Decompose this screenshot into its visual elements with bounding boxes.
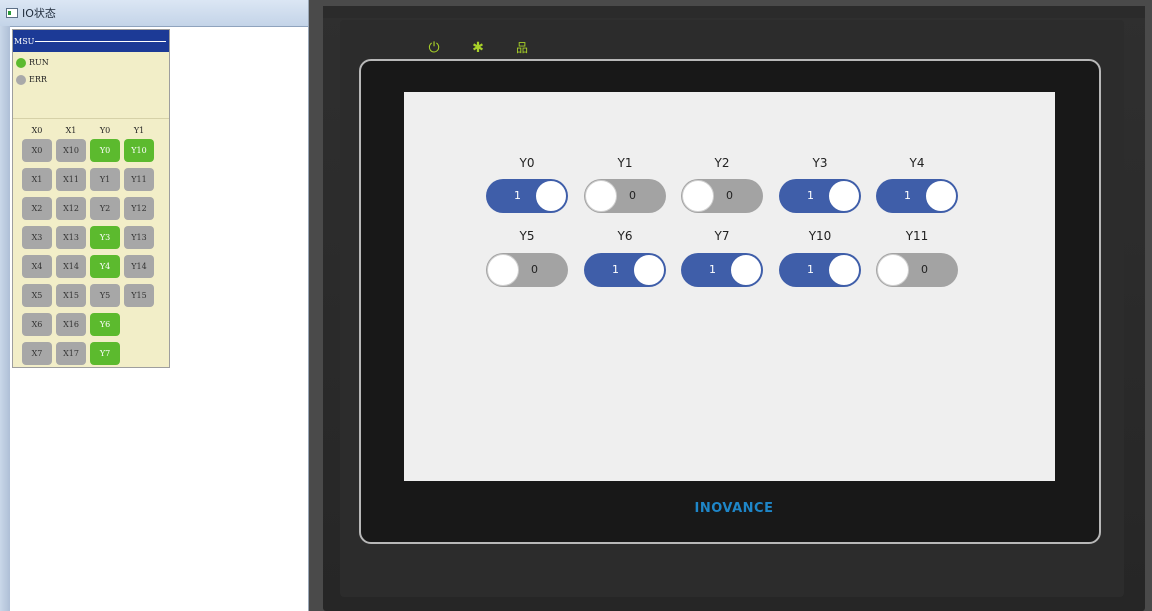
- switch-knob[interactable]: [730, 254, 762, 286]
- switch-value: 0: [726, 189, 733, 202]
- switch-value: 1: [612, 263, 619, 276]
- column-header: Y0: [99, 126, 111, 135]
- io-point-x10[interactable]: X10: [56, 139, 86, 162]
- column-header: Y1: [133, 126, 145, 135]
- switch-value: 1: [709, 263, 716, 276]
- switch-label-y3: Y3: [812, 156, 828, 170]
- io-point-x2[interactable]: X2: [22, 197, 52, 220]
- switch-value: 1: [904, 189, 911, 202]
- title-bar[interactable]: IO状态: [0, 0, 308, 27]
- toggle-switch-y11[interactable]: 0: [876, 253, 958, 287]
- module-name: MSU: [14, 37, 35, 46]
- divider: [35, 41, 166, 42]
- switch-label-y2: Y2: [714, 156, 730, 170]
- io-point-x6[interactable]: X6: [22, 313, 52, 336]
- io-point-x0[interactable]: X0: [22, 139, 52, 162]
- led-label: RUN: [29, 58, 49, 67]
- toggle-switch-y3[interactable]: 1: [779, 179, 861, 213]
- switch-knob[interactable]: [633, 254, 665, 286]
- power-icon: ⏻: [428, 40, 440, 56]
- switch-value: 0: [531, 263, 538, 276]
- switch-label-y4: Y4: [909, 156, 925, 170]
- io-point-y1[interactable]: Y1: [90, 168, 120, 191]
- switch-knob[interactable]: [828, 254, 860, 286]
- io-point-y0[interactable]: Y0: [90, 139, 120, 162]
- network-icon: 品: [515, 41, 528, 55]
- io-point-x17[interactable]: X17: [56, 342, 86, 365]
- switch-value: 1: [807, 189, 814, 202]
- switch-label-y7: Y7: [714, 229, 730, 243]
- toggle-switch-y4[interactable]: 1: [876, 179, 958, 213]
- toggle-switch-y2[interactable]: 0: [681, 179, 763, 213]
- io-panel: MSU RUN ERR X0 X1 Y0 Y1 X0 X10 Y0 Y10 X1 X11 Y1 Y11…: [12, 29, 170, 368]
- io-point-x3[interactable]: X3: [22, 226, 52, 249]
- toggle-switch-y6[interactable]: 1: [584, 253, 666, 287]
- module-header: MSU: [13, 30, 169, 52]
- toggle-switch-y0[interactable]: 1: [486, 179, 568, 213]
- io-point-x13[interactable]: X13: [56, 226, 86, 249]
- toggle-switch-y5[interactable]: 0: [486, 253, 568, 287]
- io-point-y14[interactable]: Y14: [124, 255, 154, 278]
- io-point-y13[interactable]: Y13: [124, 226, 154, 249]
- switch-label-y6: Y6: [617, 229, 633, 243]
- switch-value: 1: [514, 189, 521, 202]
- window-title: IO状态: [22, 7, 56, 20]
- column-header: X0: [31, 126, 43, 135]
- io-point-y3[interactable]: Y3: [90, 226, 120, 249]
- switch-knob[interactable]: [682, 180, 714, 212]
- switch-knob[interactable]: [487, 254, 519, 286]
- switch-knob[interactable]: [877, 254, 909, 286]
- io-point-y12[interactable]: Y12: [124, 197, 154, 220]
- toggle-switch-y1[interactable]: 0: [584, 179, 666, 213]
- column-header: X1: [65, 126, 77, 135]
- brand-logo: INOVANCE: [694, 501, 774, 516]
- io-point-x1[interactable]: X1: [22, 168, 52, 191]
- io-point-x15[interactable]: X15: [56, 284, 86, 307]
- switch-label-y11: Y11: [905, 229, 929, 243]
- switch-value: 0: [629, 189, 636, 202]
- io-point-x14[interactable]: X14: [56, 255, 86, 278]
- window-icon: [6, 8, 18, 18]
- sun-icon: ✱: [472, 40, 484, 56]
- io-point-x4[interactable]: X4: [22, 255, 52, 278]
- switch-value: 0: [921, 263, 928, 276]
- switch-knob[interactable]: [535, 180, 567, 212]
- switch-knob[interactable]: [828, 180, 860, 212]
- switch-knob[interactable]: [585, 180, 617, 212]
- run-led-icon: [16, 58, 26, 68]
- err-led-icon: [16, 75, 26, 85]
- toggle-switch-y10[interactable]: 1: [779, 253, 861, 287]
- io-point-x5[interactable]: X5: [22, 284, 52, 307]
- io-point-y5[interactable]: Y5: [90, 284, 120, 307]
- toggle-switch-y7[interactable]: 1: [681, 253, 763, 287]
- divider: [13, 118, 169, 119]
- io-point-x11[interactable]: X11: [56, 168, 86, 191]
- io-point-y4[interactable]: Y4: [90, 255, 120, 278]
- io-point-y7[interactable]: Y7: [90, 342, 120, 365]
- io-point-y6[interactable]: Y6: [90, 313, 120, 336]
- switch-label-y10: Y10: [808, 229, 832, 243]
- window-border: [0, 26, 10, 611]
- switch-label-y1: Y1: [617, 156, 633, 170]
- bezel-top: [323, 6, 1145, 18]
- io-point-y10[interactable]: Y10: [124, 139, 154, 162]
- switch-label-y5: Y5: [519, 229, 535, 243]
- switch-label-y0: Y0: [519, 156, 535, 170]
- io-point-y2[interactable]: Y2: [90, 197, 120, 220]
- led-label: ERR: [29, 75, 47, 84]
- io-status-window: IO状态 MSU RUN ERR X0 X1 Y0 Y1 X0 X10 Y0 Y10 X1 X11…: [0, 0, 309, 611]
- io-point-x7[interactable]: X7: [22, 342, 52, 365]
- io-point-y11[interactable]: Y11: [124, 168, 154, 191]
- io-point-x16[interactable]: X16: [56, 313, 86, 336]
- switch-value: 1: [807, 263, 814, 276]
- switch-knob[interactable]: [925, 180, 957, 212]
- io-point-y15[interactable]: Y15: [124, 284, 154, 307]
- io-point-x12[interactable]: X12: [56, 197, 86, 220]
